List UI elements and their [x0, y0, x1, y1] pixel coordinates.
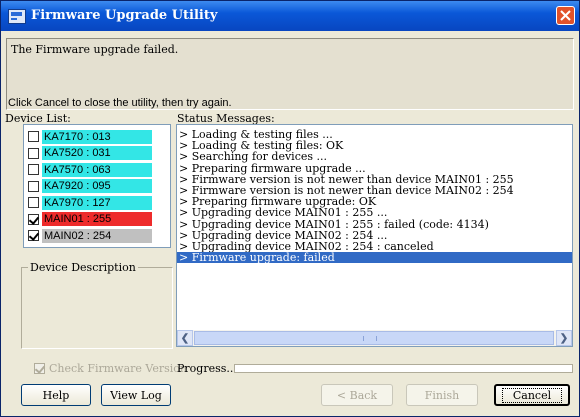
title-bar[interactable]: Firmware Upgrade Utility — [1, 1, 579, 31]
device-description-group: Device Description — [21, 261, 173, 349]
device-list-item[interactable]: MAIN02 : 254 — [28, 228, 152, 243]
device-name: MAIN01 : 255 — [42, 212, 152, 226]
device-checkbox[interactable] — [28, 180, 39, 192]
device-name: MAIN02 : 254 — [42, 228, 152, 243]
progress-bar — [234, 364, 573, 373]
arrow-right-icon: ❯ — [559, 332, 569, 344]
device-checkbox[interactable] — [28, 197, 39, 208]
firmware-upgrade-window: Firmware Upgrade Utility The Firmware up… — [0, 0, 580, 417]
scroll-left-button[interactable]: ❮ — [177, 330, 193, 346]
device-name: KA7570 : 063 — [42, 162, 152, 177]
device-name: KA7970 : 127 — [42, 195, 152, 210]
status-line[interactable]: > Upgrading device MAIN01 : 255 : failed… — [177, 219, 572, 230]
grip-icon — [363, 336, 377, 341]
device-checkbox[interactable] — [28, 164, 39, 175]
arrow-left-icon: ❮ — [180, 332, 190, 344]
status-line[interactable]: > Preparing firmware upgrade ... — [177, 163, 572, 174]
check-firmware-version-label: Check Firmware Version — [49, 362, 187, 375]
view-log-button[interactable]: View Log — [101, 384, 171, 406]
instruction-text: Click Cancel to close the utility, then … — [8, 97, 232, 109]
device-checkbox[interactable] — [28, 147, 39, 159]
check-firmware-version-checkbox[interactable]: Check Firmware Version — [34, 362, 187, 375]
device-checkbox[interactable] — [28, 230, 39, 241]
cancel-label: Cancel — [501, 387, 563, 403]
device-list-item[interactable]: KA7570 : 063 — [28, 162, 152, 177]
cancel-button[interactable]: Cancel — [494, 384, 570, 406]
device-list-item[interactable]: KA7170 : 013 — [28, 129, 152, 144]
help-button[interactable]: Help — [21, 384, 91, 406]
status-messages-list[interactable]: > Loading & testing files ... > Loading &… — [176, 124, 573, 347]
device-list-item[interactable]: MAIN01 : 255 — [28, 212, 152, 227]
device-list-item[interactable]: KA7520 : 031 — [28, 146, 152, 161]
device-name: KA7170 : 013 — [42, 129, 152, 144]
close-icon — [560, 10, 571, 21]
device-name: KA7520 : 031 — [42, 146, 152, 160]
status-line[interactable]: > Searching for devices ... — [177, 151, 572, 162]
scroll-right-button[interactable]: ❯ — [556, 330, 572, 346]
status-line[interactable]: > Upgrading device MAIN01 : 255 ... — [177, 207, 572, 218]
device-description-label: Device Description — [28, 261, 138, 274]
device-checkbox[interactable] — [28, 131, 39, 142]
app-icon — [8, 9, 26, 24]
finish-button[interactable]: Finish — [406, 384, 478, 406]
horizontal-scrollbar[interactable]: ❮ ❯ — [177, 330, 572, 346]
window-title: Firmware Upgrade Utility — [31, 8, 218, 23]
status-message: The Firmware upgrade failed. — [11, 43, 179, 56]
device-checkbox[interactable] — [28, 213, 39, 225]
progress-label: Progress... — [177, 362, 237, 375]
scroll-thumb[interactable] — [194, 331, 554, 345]
device-list[interactable]: KA7170 : 013 KA7520 : 031 KA7570 : 063 KA79… — [23, 124, 171, 248]
back-button[interactable]: < Back — [321, 384, 393, 406]
checkbox-icon — [34, 363, 45, 374]
device-list-item[interactable]: KA7970 : 127 — [28, 195, 152, 210]
device-list-item[interactable]: KA7920 : 095 — [28, 179, 152, 194]
status-line[interactable]: > Firmware upgrade: failed — [177, 252, 572, 264]
close-button[interactable] — [556, 6, 575, 25]
device-name: KA7920 : 095 — [42, 179, 152, 193]
